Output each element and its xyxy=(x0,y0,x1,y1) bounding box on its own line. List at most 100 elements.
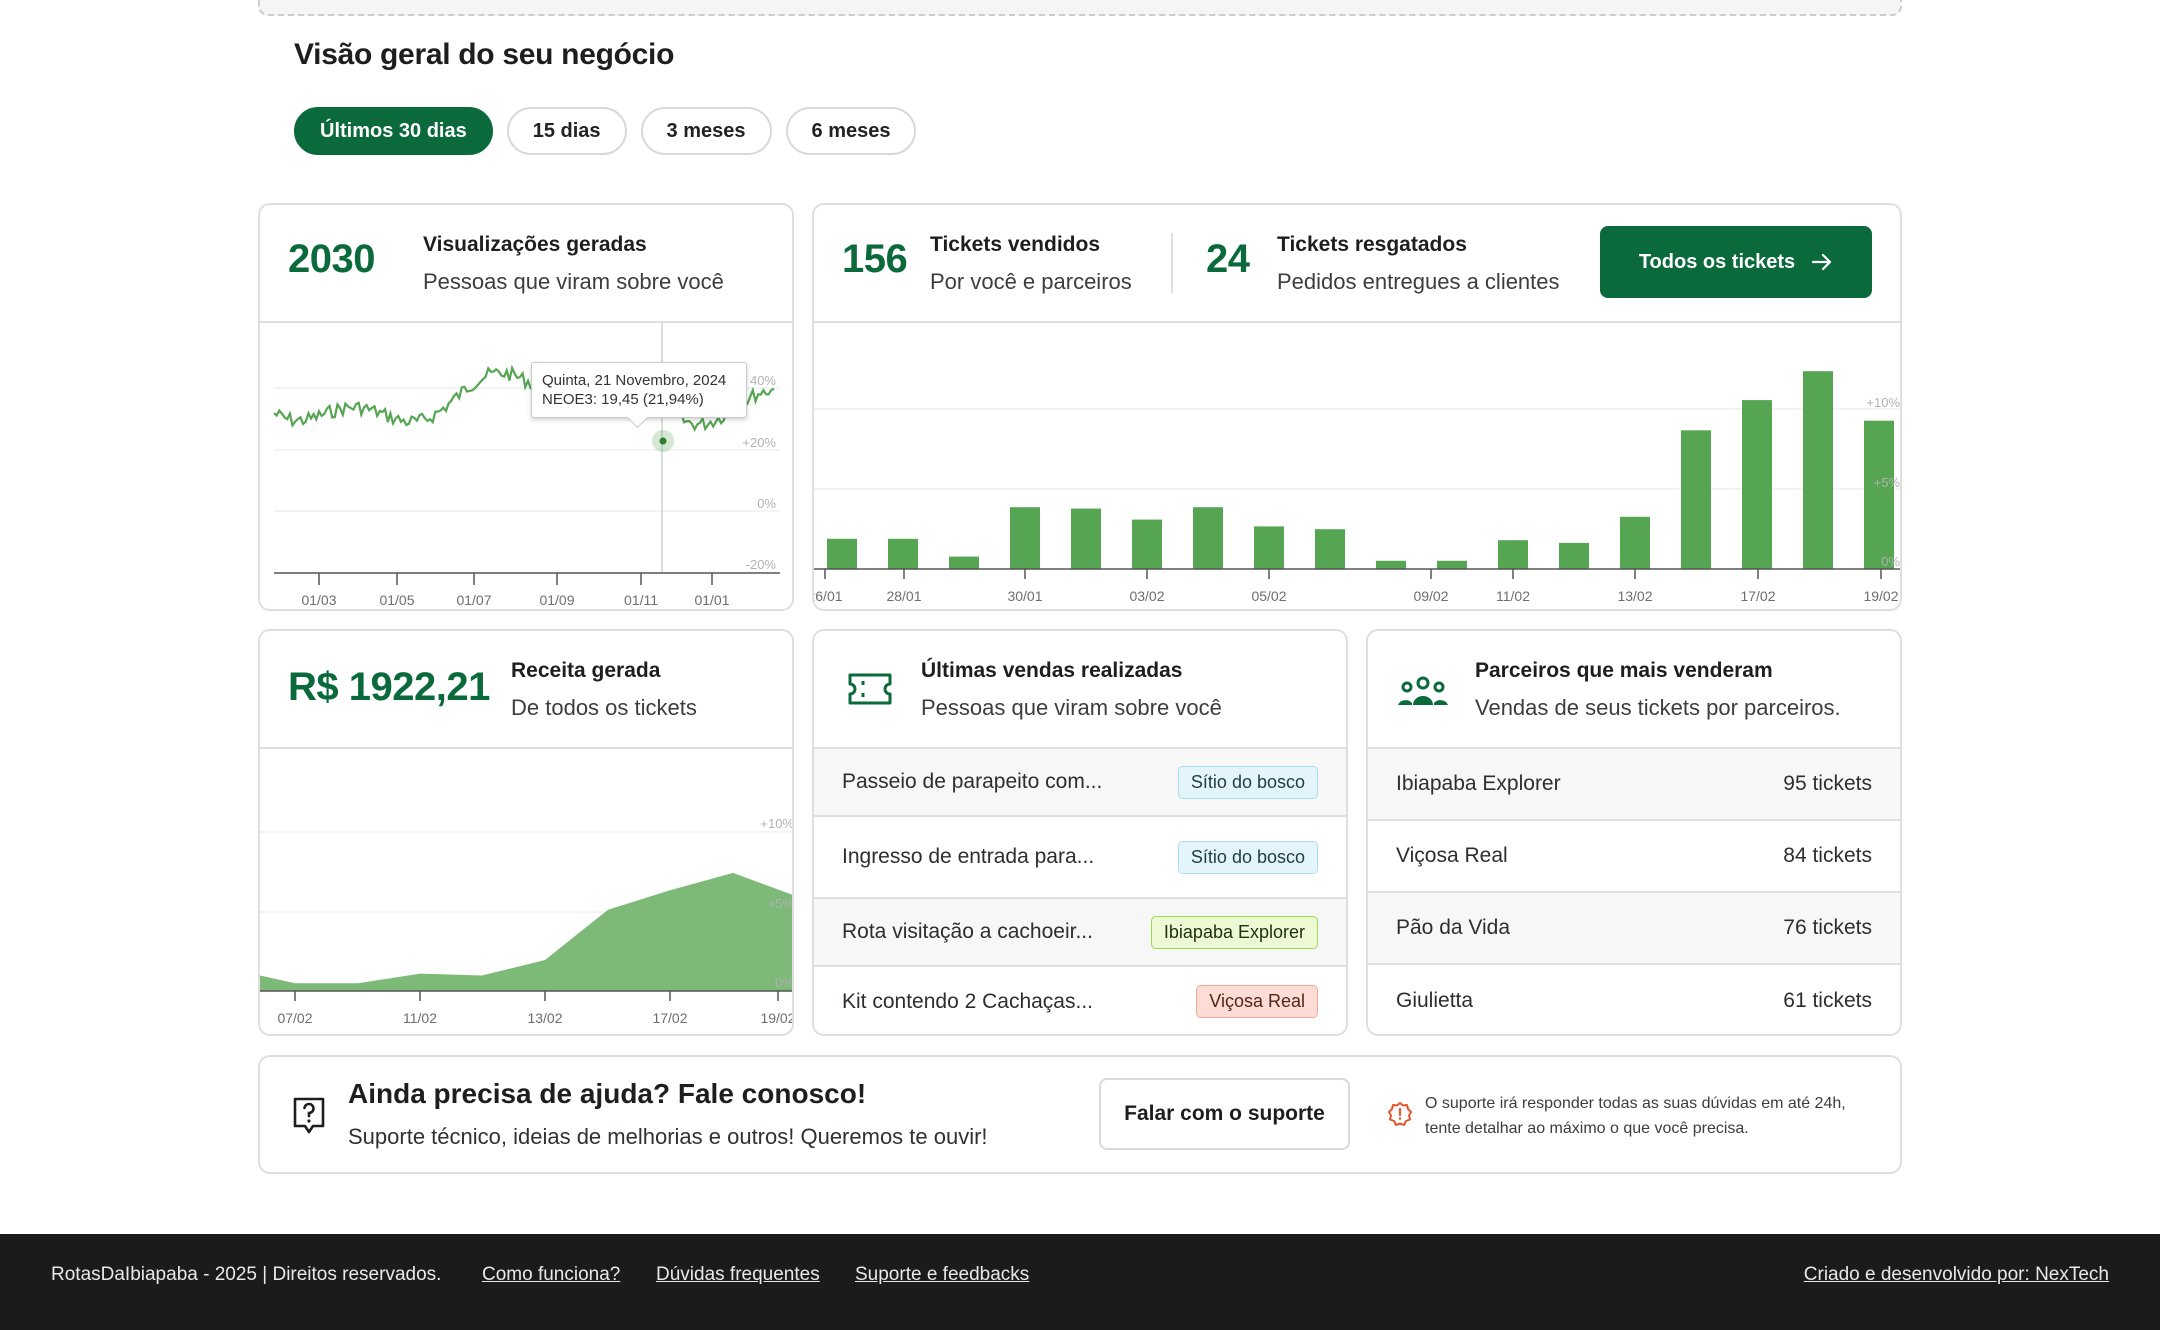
tickets-bar-chart[interactable]: 26/01 28/01 30/01 03/02 05/02 09/02 11/02 13/02… xyxy=(814,323,1902,611)
support-note: O suporte irá responder todas as suas dú… xyxy=(1425,1091,1865,1141)
tickets-sold-subtitle: Por você e parceiros xyxy=(930,269,1132,294)
tickets-redeemed-title: Tickets resgatados xyxy=(1277,233,1467,256)
tickets-sold-count: 156 xyxy=(842,237,908,281)
footer: RotasDaIbiapaba - 2025 | Direitos reserv… xyxy=(0,1234,2160,1330)
bar[interactable] xyxy=(1559,542,1589,569)
revenue-area xyxy=(260,872,792,991)
x-tick-label: 05/02 xyxy=(1251,588,1286,604)
page-title: Visão geral do seu negócio xyxy=(294,38,675,71)
contact-support-button[interactable]: Falar com o suporte xyxy=(1099,1078,1350,1150)
views-title: Visualizações geradas xyxy=(423,233,647,256)
views-x-ticks: 01/03 01/05 01/07 01/09 01/11 01/01 xyxy=(301,573,730,608)
bar[interactable] xyxy=(1742,400,1772,569)
partner-row[interactable]: Giulietta 61 tickets xyxy=(1368,965,1900,1034)
tickets-redeemed-count: 24 xyxy=(1206,237,1250,281)
bar-x-ticks: 26/01 28/01 30/01 03/02 05/02 09/02 11/02 13/02… xyxy=(814,569,1899,604)
period-filter-group: Últimos 30 dias 15 dias 3 meses 6 meses xyxy=(294,107,917,155)
bar[interactable] xyxy=(1315,529,1345,569)
views-card-header: 2030 Visualizações geradas Pessoas que v… xyxy=(260,205,792,323)
ticket-icon xyxy=(848,673,892,705)
x-tick-label: 19/02 xyxy=(760,1010,794,1026)
x-tick-label: 30/01 xyxy=(1007,588,1042,604)
bar[interactable] xyxy=(1193,507,1223,569)
tickets-sold-title: Tickets vendidos xyxy=(930,233,1101,256)
x-tick-label: 01/01 xyxy=(694,592,729,608)
bar[interactable] xyxy=(1437,560,1467,569)
bar[interactable] xyxy=(1376,560,1406,569)
x-tick-label: 13/02 xyxy=(527,1010,562,1026)
users-group-icon xyxy=(1398,676,1448,705)
all-tickets-label: Todos os tickets xyxy=(1638,250,1796,273)
sale-row[interactable]: Rota visitação a cachoeir... Ibiapaba Ex… xyxy=(814,899,1346,967)
bar[interactable] xyxy=(1010,507,1040,569)
views-y-tick: 40% xyxy=(750,373,776,388)
recent-sales-header: Últimas vendas realizadas Pessoas que vi… xyxy=(814,631,1346,749)
bar[interactable] xyxy=(1498,540,1528,569)
partner-row[interactable]: Viçosa Real 84 tickets xyxy=(1368,821,1900,893)
sale-row[interactable]: Kit contendo 2 Cachaças... Viçosa Real xyxy=(814,967,1346,1034)
filter-15-days[interactable]: 15 dias xyxy=(506,107,627,155)
footer-link-faq[interactable]: Dúvidas frequentes xyxy=(656,1264,820,1286)
footer-credit[interactable]: Criado e desenvolvido por: NexTech xyxy=(1804,1264,2109,1286)
views-y-tick: 0% xyxy=(757,496,776,511)
x-tick-label: 01/09 xyxy=(539,592,574,608)
bar[interactable] xyxy=(1620,516,1650,569)
top-partners-card: Parceiros que mais venderam Vendas de se… xyxy=(1366,629,1902,1036)
x-tick-label: 19/02 xyxy=(1863,588,1898,604)
filter-30-days[interactable]: Últimos 30 dias xyxy=(294,107,493,155)
bar[interactable] xyxy=(1864,420,1894,569)
bar[interactable] xyxy=(1071,508,1101,569)
views-count: 2030 xyxy=(288,237,375,281)
x-tick-label: 11/02 xyxy=(1496,588,1530,604)
bar[interactable] xyxy=(1803,371,1833,569)
views-y-tick: +20% xyxy=(742,435,776,450)
revenue-card-header: R$ 1922,21 Receita gerada De todos os ti… xyxy=(260,631,792,749)
sale-row[interactable]: Ingresso de entrada para... Sítio do bos… xyxy=(814,817,1346,899)
revenue-card: R$ 1922,21 Receita gerada De todos os ti… xyxy=(258,629,794,1036)
area-y-tick: +5% xyxy=(768,896,794,911)
filter-6-months[interactable]: 6 meses xyxy=(785,107,917,155)
bar[interactable] xyxy=(1132,519,1162,569)
help-title: Ainda precisa de ajuda? Fale conosco! xyxy=(348,1078,867,1109)
x-tick-label: 26/01 xyxy=(814,588,843,604)
revenue-amount: R$ 1922,21 xyxy=(288,665,490,709)
sale-description: Passeio de parapeito com... xyxy=(842,770,1103,793)
bar[interactable] xyxy=(1681,430,1711,569)
partner-ticket-count: 76 tickets xyxy=(1783,916,1872,939)
bar-y-tick: +10% xyxy=(1866,395,1900,410)
partner-ticket-count: 84 tickets xyxy=(1783,844,1872,867)
sale-partner-badge: Ibiapaba Explorer xyxy=(1150,915,1318,949)
all-tickets-button[interactable]: Todos os tickets xyxy=(1600,226,1872,298)
filter-3-months[interactable]: 3 meses xyxy=(640,107,772,155)
partner-name: Viçosa Real xyxy=(1396,844,1508,867)
partner-name: Ibiapaba Explorer xyxy=(1396,772,1561,795)
help-subtitle: Suporte técnico, ideias de melhorias e o… xyxy=(348,1124,988,1149)
sale-description: Kit contendo 2 Cachaças... xyxy=(842,989,1093,1013)
tooltip-date: Quinta, 21 Novembro, 2024 xyxy=(542,372,727,389)
bar[interactable] xyxy=(1254,526,1284,569)
revenue-area-chart[interactable]: 07/02 11/02 13/02 17/02 19/02 +10% +5% 0% xyxy=(260,749,794,1036)
header-divider xyxy=(1171,233,1173,293)
footer-link-support[interactable]: Suporte e feedbacks xyxy=(855,1264,1029,1286)
revenue-title: Receita gerada xyxy=(511,659,661,682)
bar-y-tick: +5% xyxy=(1874,475,1901,490)
bar[interactable] xyxy=(827,538,857,569)
recent-sales-subtitle: Pessoas que viram sobre você xyxy=(921,695,1222,720)
partner-row[interactable]: Ibiapaba Explorer 95 tickets xyxy=(1368,749,1900,821)
x-tick-label: 01/05 xyxy=(379,592,414,608)
bar[interactable] xyxy=(949,556,979,569)
alert-badge-icon xyxy=(1388,1102,1412,1126)
partner-ticket-count: 95 tickets xyxy=(1783,772,1872,795)
area-x-ticks: 07/02 11/02 13/02 17/02 19/02 xyxy=(277,991,794,1026)
sale-partner-badge: Sítio do bosco xyxy=(1177,765,1318,799)
bar[interactable] xyxy=(888,538,918,569)
views-y-tick: -20% xyxy=(746,557,777,572)
support-note-line: tente detalhar ao máximo o que você prec… xyxy=(1425,1120,1749,1137)
sale-row[interactable]: Passeio de parapeito com... Sítio do bos… xyxy=(814,749,1346,817)
area-y-tick: +10% xyxy=(760,816,794,831)
partner-row[interactable]: Pão da Vida 76 tickets xyxy=(1368,893,1900,965)
x-tick-label: 17/02 xyxy=(1740,588,1775,604)
arrow-right-icon xyxy=(1812,253,1832,271)
footer-link-how-it-works[interactable]: Como funciona? xyxy=(482,1264,620,1286)
x-tick-label: 09/02 xyxy=(1413,588,1448,604)
